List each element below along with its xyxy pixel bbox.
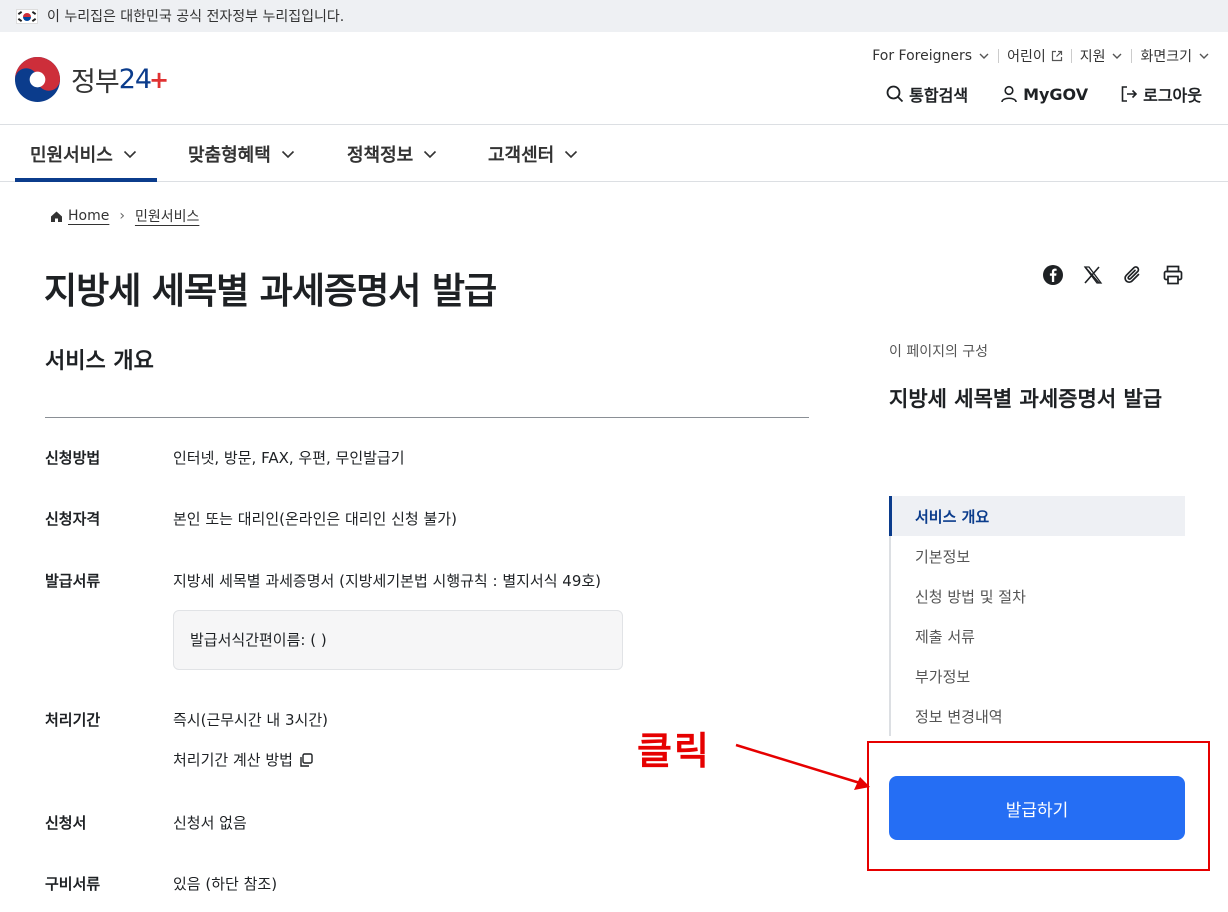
logo-text: 정부 24 + (71, 64, 169, 98)
for-foreigners-link[interactable]: For Foreigners (864, 48, 998, 64)
gnb-active-indicator (15, 178, 157, 182)
search-icon (886, 85, 904, 103)
korea-flag-icon (16, 8, 38, 24)
gnb-item-policy-info[interactable]: 정책정보 (347, 125, 438, 182)
taegeuk-logo-icon (14, 56, 61, 103)
logout-icon (1121, 86, 1138, 102)
toc-item-method-procedure[interactable]: 신청 방법 및 절차 (891, 576, 1185, 616)
breadcrumb-home[interactable]: Home (68, 208, 109, 224)
row-value-application-form: 신청서 없음 (173, 814, 247, 832)
mygov-button[interactable]: MyGOV (1000, 85, 1088, 104)
row-label-required-docs: 구비서류 (45, 875, 101, 893)
toc-item-change-history[interactable]: 정보 변경내역 (891, 696, 1185, 736)
row-label-processing-time: 처리기간 (45, 711, 101, 729)
breadcrumb-current[interactable]: 민원서비스 (135, 206, 199, 226)
support-menu[interactable]: 지원 (1072, 46, 1132, 66)
kids-link[interactable]: 어린이 (999, 46, 1071, 66)
toc-item-additional-info[interactable]: 부가정보 (891, 656, 1185, 696)
toc-caption: 이 페이지의 구성 (889, 344, 989, 360)
row-label-issued-document: 발급서류 (45, 572, 101, 590)
link-copy-icon[interactable] (1122, 264, 1144, 286)
row-value-processing-time: 즉시(근무시간 내 3시간) (173, 711, 328, 729)
page-title: 지방세 세목별 과세증명서 발급 (44, 271, 497, 312)
gnb-item-civil-service[interactable]: 민원서비스 (30, 125, 138, 182)
section-divider (45, 417, 809, 418)
utility-links: For Foreigners 어린이 지원 화면크기 (864, 46, 1210, 66)
user-icon (1001, 85, 1017, 103)
home-icon (51, 211, 62, 222)
gov-banner: 이 누리집은 대한민국 공식 전자정부 누리집입니다. (0, 0, 1228, 32)
annotation-click-label: 클릭 (637, 729, 711, 773)
chevron-down-icon (424, 150, 437, 158)
toc-item-overview[interactable]: 서비스 개요 (889, 496, 1185, 536)
row-label-apply-method: 신청방법 (45, 449, 101, 467)
section-title-overview: 서비스 개요 (45, 349, 154, 374)
logout-button[interactable]: 로그아웃 (1120, 82, 1202, 106)
form-shortname-text: 발급서식간편이름: ( ) (190, 631, 327, 649)
gov-banner-text: 이 누리집은 대한민국 공식 전자정부 누리집입니다. (47, 9, 345, 25)
chevron-down-icon (565, 150, 578, 158)
print-icon[interactable] (1162, 264, 1184, 286)
annotation-arrow-icon (735, 743, 870, 790)
toc-title: 지방세 세목별 과세증명서 발급 (889, 387, 1163, 411)
row-label-application-form: 신청서 (45, 814, 87, 832)
gnb-item-custom-benefits[interactable]: 맞춤형혜택 (188, 125, 296, 182)
chevron-down-icon (1199, 53, 1209, 59)
toc-item-submit-docs[interactable]: 제출 서류 (891, 616, 1185, 656)
row-label-eligibility: 신청자격 (45, 510, 101, 528)
gnb-item-customer-center[interactable]: 고객센터 (488, 125, 579, 182)
screen-size-menu[interactable]: 화면크기 (1132, 46, 1210, 66)
row-value-required-docs: 있음 (하단 참조) (173, 875, 278, 893)
chevron-down-icon (979, 53, 989, 59)
integrated-search-button[interactable]: 통합검색 (886, 82, 968, 106)
toc-list: 서비스 개요 기본정보 신청 방법 및 절차 제출 서류 부가정보 정보 변경내… (889, 496, 1185, 736)
form-shortname-box: 발급서식간편이름: ( ) (173, 610, 623, 670)
chevron-down-icon (1112, 53, 1122, 59)
processing-time-calc-link[interactable]: 처리기간 계산 방법 (173, 749, 314, 770)
header-tools: 통합검색 MyGOV 로그아웃 (854, 82, 1202, 106)
global-nav: 민원서비스 맞춤형혜택 정책정보 고객센터 (0, 124, 1228, 182)
breadcrumb-separator-icon: › (119, 208, 125, 224)
facebook-icon[interactable] (1042, 264, 1064, 286)
row-value-issued-document: 지방세 세목별 과세증명서 (지방세기본법 시행규칙 : 별지서식 49호) (173, 572, 602, 590)
chevron-down-icon (123, 150, 136, 158)
chevron-down-icon (281, 150, 294, 158)
row-value-apply-method: 인터넷, 방문, FAX, 우편, 무인발급기 (173, 449, 405, 467)
row-value-eligibility: 본인 또는 대리인(온라인은 대리인 신청 불가) (173, 510, 457, 528)
breadcrumb: Home › 민원서비스 (50, 206, 199, 226)
toc-item-basic-info[interactable]: 기본정보 (891, 536, 1185, 576)
x-twitter-icon[interactable] (1082, 264, 1104, 286)
gov24-logo[interactable]: 정부 24 + (14, 56, 169, 103)
issue-button[interactable]: 발급하기 (889, 776, 1185, 840)
external-link-icon (1051, 50, 1062, 62)
popup-window-icon (300, 752, 313, 767)
